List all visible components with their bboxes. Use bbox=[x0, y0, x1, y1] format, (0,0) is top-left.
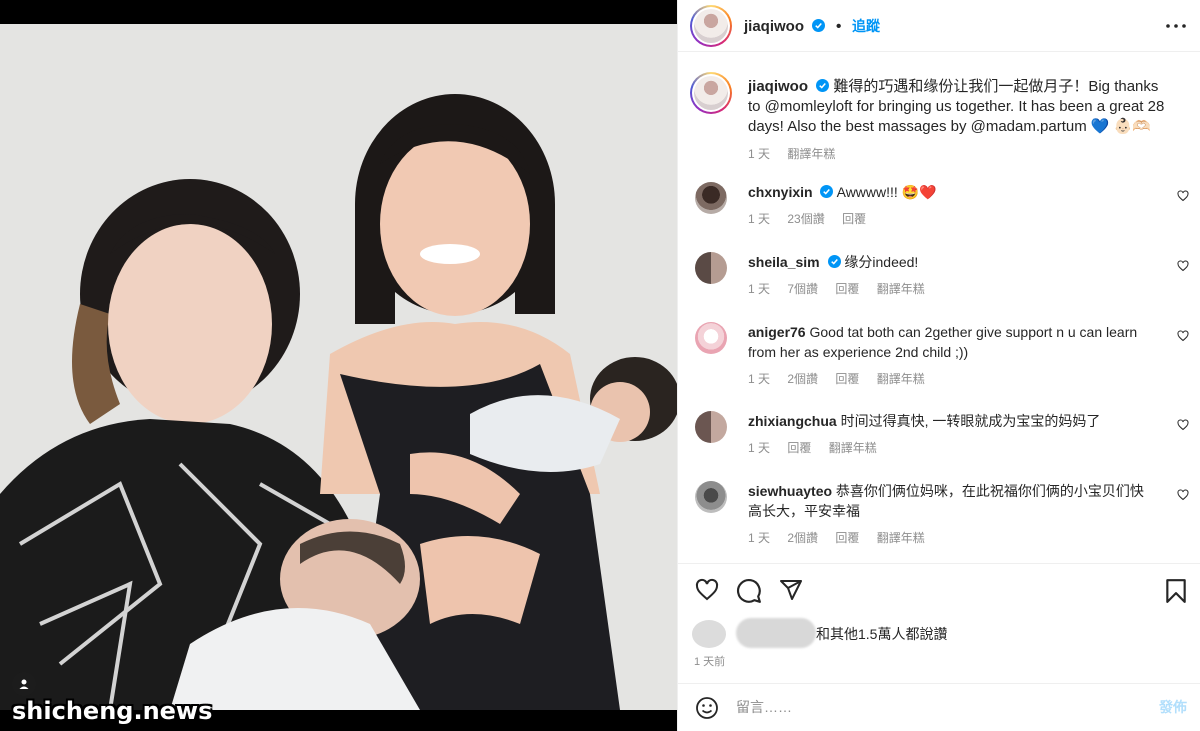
translate-link[interactable]: 翻譯年糕 bbox=[829, 441, 877, 455]
reply-button[interactable]: 回覆 bbox=[835, 531, 859, 545]
comments-section: jiaqiwoo 難得的巧遇和缘份让我们一起做月子！Big thanks to … bbox=[678, 52, 1200, 560]
comment-item: siewhuayteo 恭喜你们俩位妈咪，在此祝福你们俩的小宝贝们快高长大，平安… bbox=[678, 477, 1200, 557]
comment-text: Awwww!!! 🤩❤️ bbox=[836, 184, 937, 200]
post-photo[interactable]: shicheng.news bbox=[0, 0, 677, 731]
comment-text: 时间过得真快, 一转眼就成为宝宝的妈妈了 bbox=[840, 413, 1101, 429]
comment-item: chxnyixin Awwww!!! 🤩❤️ 1 天 23個讚 回覆 bbox=[678, 178, 1200, 242]
comment-like-icon[interactable] bbox=[1177, 419, 1189, 431]
caption-text: 難得的巧遇和缘份让我们一起做月子！Big thanks to @momleylo… bbox=[748, 78, 1165, 135]
verified-badge-icon bbox=[820, 185, 834, 198]
caption-translate-link[interactable]: 翻譯年糕 bbox=[787, 147, 835, 161]
comment-body: chxnyixin Awwww!!! 🤩❤️ 1 天 23個讚 回覆 bbox=[748, 182, 1148, 227]
like-icon[interactable] bbox=[694, 578, 720, 602]
liker-name-blurred bbox=[736, 618, 816, 648]
comment-like-icon[interactable] bbox=[1177, 260, 1189, 272]
reply-button[interactable]: 回覆 bbox=[787, 441, 811, 455]
liker-avatar[interactable] bbox=[692, 620, 726, 648]
comment-username[interactable]: zhixiangchua bbox=[748, 413, 837, 429]
comment-avatar[interactable] bbox=[695, 252, 727, 284]
comment-likes[interactable]: 23個讚 bbox=[787, 212, 824, 226]
comment-likes[interactable]: 7個讚 bbox=[787, 282, 818, 296]
comment-likes[interactable]: 2個讚 bbox=[787, 372, 818, 386]
comment-body: sheila_sim 缘分indeed! 1 天 7個讚 回覆 翻譯年糕 bbox=[748, 252, 1148, 297]
comment-meta: 1 天 2個讚 回覆 翻譯年糕 bbox=[748, 370, 1148, 387]
person-icon bbox=[19, 679, 29, 689]
more-options-icon[interactable] bbox=[1165, 17, 1187, 40]
caption-time: 1 天 bbox=[748, 147, 771, 161]
author-username[interactable]: jiaqiwoo bbox=[744, 18, 804, 35]
post-caption: jiaqiwoo 難得的巧遇和缘份让我们一起做月子！Big thanks to … bbox=[748, 77, 1173, 162]
reply-button[interactable]: 回覆 bbox=[842, 212, 866, 226]
header-user: jiaqiwoo • 追蹤 bbox=[744, 16, 880, 36]
translate-link[interactable]: 翻譯年糕 bbox=[877, 531, 925, 545]
comment-username[interactable]: chxnyixin bbox=[748, 184, 813, 200]
comment-body: zhixiangchua 时间过得真快, 一转眼就成为宝宝的妈妈了 1 天 回覆… bbox=[748, 411, 1148, 456]
post-header: jiaqiwoo • 追蹤 bbox=[678, 0, 1200, 52]
comment-item: aniger76 Good tat both can 2gether give … bbox=[678, 318, 1200, 398]
photo-illustration bbox=[0, 24, 677, 712]
likes-summary[interactable]: 和其他1.5萬人都說讚 bbox=[816, 624, 947, 644]
header-separator: • bbox=[835, 18, 842, 35]
comment-likes[interactable]: 2個讚 bbox=[787, 531, 818, 545]
comment-body: aniger76 Good tat both can 2gether give … bbox=[748, 322, 1148, 387]
comment-time: 1 天 bbox=[748, 372, 771, 386]
share-icon[interactable] bbox=[778, 578, 804, 602]
translate-link[interactable]: 翻譯年糕 bbox=[877, 282, 925, 296]
comment-item: zhixiangchua 时间过得真快, 一转眼就成为宝宝的妈妈了 1 天 回覆… bbox=[678, 407, 1200, 471]
comment-like-icon[interactable] bbox=[1177, 489, 1189, 501]
comment-icon[interactable] bbox=[736, 578, 762, 604]
save-bookmark-icon[interactable] bbox=[1165, 578, 1187, 604]
comment-time: 1 天 bbox=[748, 441, 771, 455]
post-side-panel: jiaqiwoo • 追蹤 jiaqiwoo 難得的巧遇和缘份让我们一起做月子！… bbox=[677, 0, 1200, 731]
comment-avatar[interactable] bbox=[695, 322, 727, 354]
comment-username[interactable]: aniger76 bbox=[748, 324, 806, 340]
comment-input[interactable]: 留言…… bbox=[736, 697, 792, 717]
comment-meta: 1 天 2個讚 回覆 翻譯年糕 bbox=[748, 529, 1148, 546]
comment-username[interactable]: sheila_sim bbox=[748, 254, 820, 270]
follow-button[interactable]: 追蹤 bbox=[852, 18, 880, 34]
caption-username[interactable]: jiaqiwoo bbox=[748, 78, 808, 95]
comment-avatar[interactable] bbox=[695, 182, 727, 214]
author-avatar[interactable] bbox=[690, 5, 732, 47]
emoji-icon[interactable] bbox=[695, 696, 719, 720]
comment-time: 1 天 bbox=[748, 282, 771, 296]
comment-body: siewhuayteo 恭喜你们俩位妈咪，在此祝福你们俩的小宝贝们快高长大，平安… bbox=[748, 481, 1148, 546]
comment-text: Good tat both can 2gether give support n… bbox=[748, 324, 1138, 360]
post-comment-button[interactable]: 發佈 bbox=[1159, 697, 1187, 717]
comment-like-icon[interactable] bbox=[1177, 190, 1189, 202]
watermark: shicheng.news bbox=[12, 697, 213, 725]
comment-like-icon[interactable] bbox=[1177, 330, 1189, 342]
reply-button[interactable]: 回覆 bbox=[835, 282, 859, 296]
comment-meta: 1 天 回覆 翻譯年糕 bbox=[748, 439, 1148, 456]
comment-text: 缘分indeed! bbox=[844, 254, 919, 270]
post-timestamp: 1 天前 bbox=[694, 656, 726, 668]
comment-meta: 1 天 7個讚 回覆 翻譯年糕 bbox=[748, 280, 1148, 297]
caption-meta: 1 天 翻譯年糕 bbox=[748, 145, 1173, 162]
comment-time: 1 天 bbox=[748, 531, 771, 545]
translate-link[interactable]: 翻譯年糕 bbox=[877, 372, 925, 386]
verified-badge-icon bbox=[827, 255, 841, 268]
tagged-user-icon[interactable] bbox=[12, 672, 36, 696]
comment-time: 1 天 bbox=[748, 212, 771, 226]
comment-composer: 留言…… 發佈 bbox=[678, 683, 1200, 731]
verified-badge-icon bbox=[812, 19, 826, 32]
comment-item: sheila_sim 缘分indeed! 1 天 7個讚 回覆 翻譯年糕 bbox=[678, 248, 1200, 312]
comment-avatar[interactable] bbox=[695, 411, 727, 443]
post-image[interactable] bbox=[0, 24, 677, 712]
comment-username[interactable]: siewhuayteo bbox=[748, 483, 832, 499]
reply-button[interactable]: 回覆 bbox=[835, 372, 859, 386]
comment-meta: 1 天 23個讚 回覆 bbox=[748, 210, 1148, 227]
verified-badge-icon bbox=[816, 79, 830, 92]
caption-author-avatar[interactable] bbox=[690, 72, 732, 114]
instagram-post-view: shicheng.news jiaqiwoo • 追蹤 jiaqiwoo 難得的… bbox=[0, 0, 1200, 731]
post-actions: 和其他1.5萬人都說讚 1 天前 bbox=[678, 563, 1200, 683]
comment-avatar[interactable] bbox=[695, 481, 727, 513]
